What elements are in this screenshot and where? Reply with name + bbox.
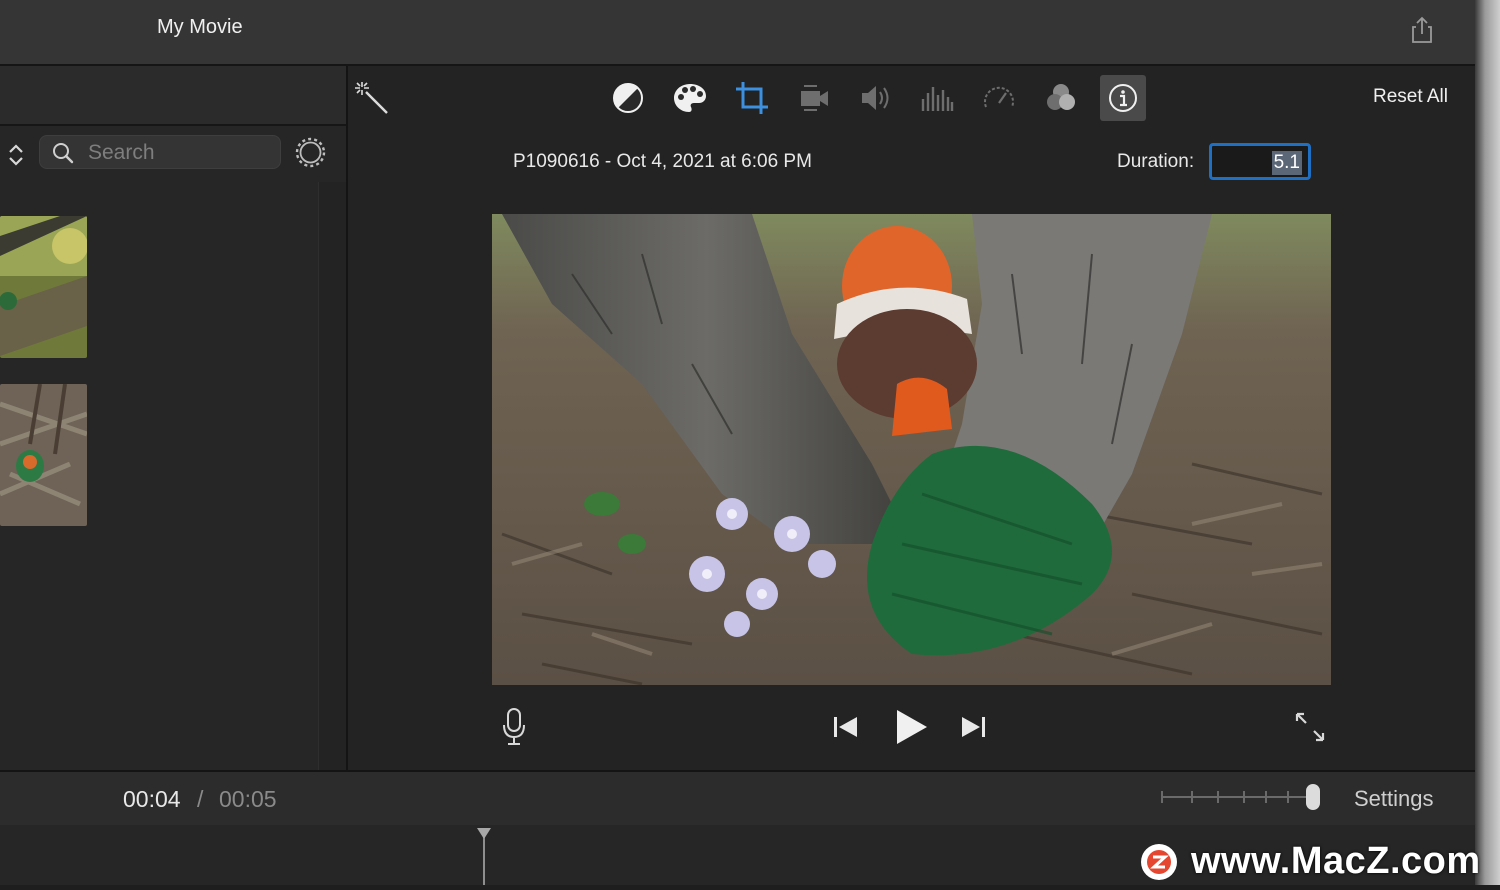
watermark-text: www.MacZ.com [1191,840,1481,882]
chevron-up-down-icon [9,144,23,166]
time-separator: / [197,786,204,812]
color-correction-button[interactable] [670,78,710,118]
speaker-icon [862,86,889,110]
media-browser [0,66,347,770]
skip-back-icon [834,717,857,737]
clip-thumbnail-image [0,384,87,526]
watermark-logo-icon [1141,843,1177,880]
duration-field[interactable] [1209,143,1311,180]
search-field[interactable] [39,135,281,169]
watermark: www.MacZ.com [1141,840,1481,883]
window-title: My Movie [157,16,243,38]
palette-icon [674,84,706,112]
video-camera-icon [801,85,828,111]
color-balance-button[interactable] [608,78,648,118]
duration-label: Duration: [1117,151,1195,172]
playhead-marker-icon [477,828,491,885]
duration-input[interactable] [1218,151,1302,175]
total-time: 00:05 [219,786,277,812]
play-icon [897,710,927,744]
current-time: 00:04 [123,786,181,812]
next-frame-button[interactable] [958,710,990,744]
browser-header [0,66,346,126]
timeline-settings-button[interactable]: Settings [1354,786,1434,812]
timeline-zoom-slider[interactable] [1160,782,1325,812]
previous-frame-button[interactable] [829,710,861,744]
crop-icon [736,82,768,114]
playhead[interactable] [476,827,492,885]
browser-settings-button[interactable] [294,136,327,169]
equalizer-icon [921,87,954,111]
volume-button[interactable] [856,78,896,118]
fullscreen-button[interactable] [1292,709,1328,745]
sort-toggle-button[interactable] [5,142,27,168]
contrast-circle-icon [613,83,643,113]
voiceover-button[interactable] [498,706,530,748]
reset-all-button[interactable]: Reset All [1373,86,1448,108]
magic-wand-icon [355,82,388,114]
skip-forward-icon [962,717,985,737]
speed-button[interactable] [979,78,1019,118]
enhance-button[interactable] [354,80,390,116]
info-icon [1109,84,1137,112]
clip-thumbnail[interactable] [0,216,87,358]
preview-frame-image [492,214,1331,685]
filter-circles-icon [1047,84,1075,110]
crop-button[interactable] [732,78,772,118]
search-icon [53,143,74,164]
search-input[interactable] [86,141,275,165]
clip-info-button[interactable] [1100,75,1146,121]
microphone-icon [503,708,525,745]
slider-track [1161,784,1320,810]
speedometer-icon [984,86,1014,108]
clip-thumbnail-image [0,216,87,358]
share-icon [1412,16,1432,43]
gear-icon [295,137,326,168]
expand-arrows-icon [1295,712,1325,742]
clip-filter-button[interactable] [1041,78,1081,118]
desktop-background [1475,0,1500,885]
equalizer-button[interactable] [917,78,957,118]
share-button[interactable] [1406,14,1438,46]
stabilization-button[interactable] [794,78,834,118]
clip-name: P1090616 - Oct 4, 2021 at 6:06 PM [513,151,812,172]
video-preview[interactable] [492,214,1331,685]
play-button[interactable] [890,704,932,750]
pane-divider[interactable] [346,66,348,770]
browser-scrollbar[interactable] [318,182,347,770]
clip-thumbnail[interactable] [0,384,87,526]
